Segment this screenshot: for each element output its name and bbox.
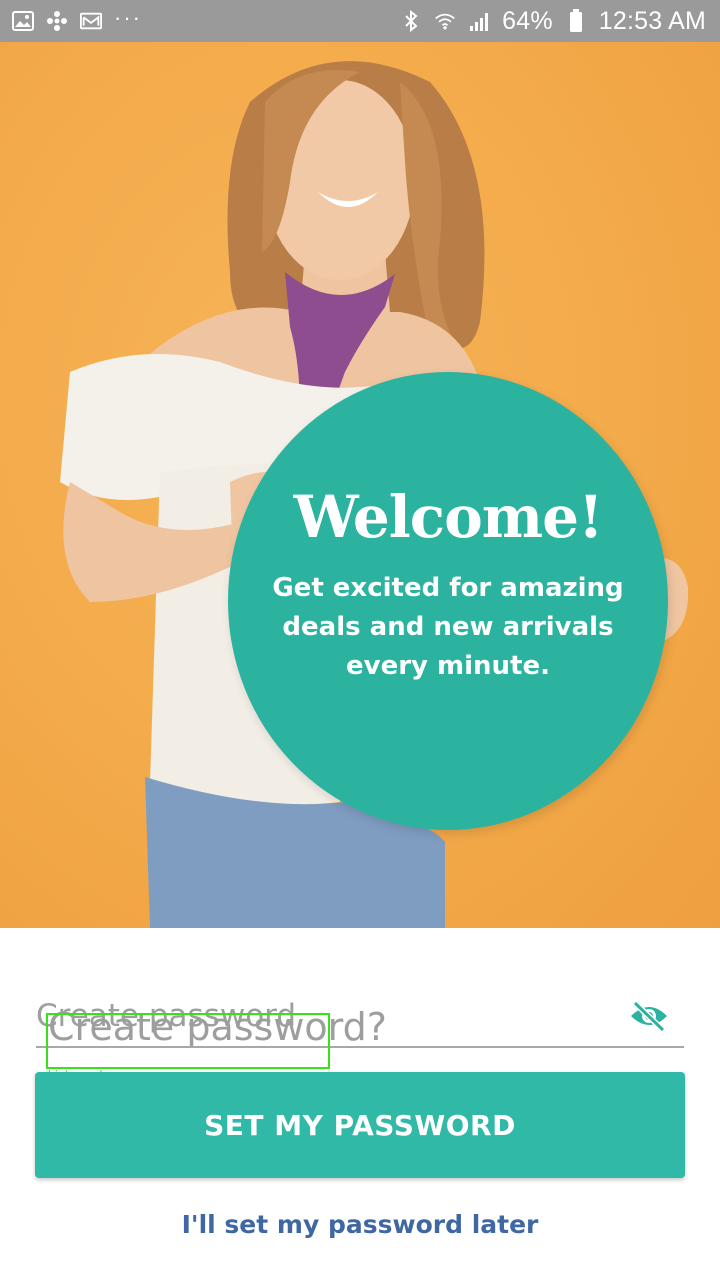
battery-icon [565,9,587,32]
mail-icon [80,10,102,32]
status-bar-left: ··· [12,5,142,32]
status-bar-right: 64% 12:53 AM [400,7,706,36]
battery-percent: 64% [502,6,553,35]
set-password-later-link[interactable]: I'll set my password later [0,1210,720,1239]
status-bar: ··· 64% 12:53 AM [0,0,720,42]
bluetooth-icon [400,9,422,33]
password-visibility-toggle[interactable] [626,998,672,1038]
password-form: Create password hint_overlap SET MY PASS… [0,928,720,1280]
welcome-message: Get excited for amazing deals and new ar… [272,572,624,681]
image-icon [12,10,34,32]
welcome-sign: Welcome! Get excited for amazing deals a… [228,372,668,830]
welcome-hero: Welcome! Get excited for amazing deals a… [0,42,720,928]
wifi-icon [434,10,456,32]
debug-highlight-box [46,1013,330,1069]
clock: 12:53 AM [598,6,706,35]
set-password-button[interactable]: SET MY PASSWORD [35,1072,685,1178]
welcome-title: Welcome! [293,482,603,551]
more-dots-icon: ··· [114,5,142,30]
eye-off-icon [629,1000,669,1037]
fan-icon [46,10,68,32]
signal-icon [468,10,490,32]
